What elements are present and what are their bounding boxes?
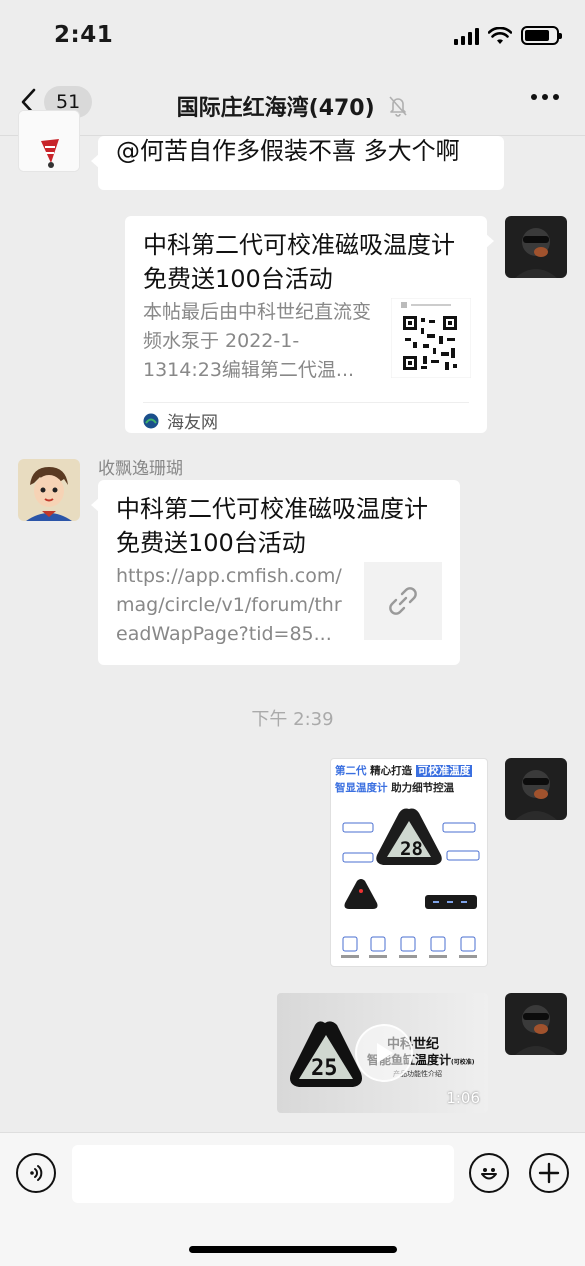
chat-title: 国际庄红海湾(470) bbox=[0, 90, 585, 122]
plus-icon bbox=[538, 1162, 560, 1184]
image-message[interactable]: 第二代 精心打造 可校准温度 智显温度计 助力细节控温 28 bbox=[330, 758, 488, 967]
chat-header: 51 国际庄红海湾(470) bbox=[0, 74, 585, 136]
avatar-image bbox=[505, 216, 567, 278]
time-divider: 下午 2:39 bbox=[251, 709, 334, 730]
link-thumbnail bbox=[364, 562, 442, 640]
voice-input-button[interactable] bbox=[16, 1153, 56, 1193]
qr-code-thumbnail bbox=[391, 298, 471, 378]
avatar[interactable] bbox=[505, 216, 567, 278]
message-text: @何苦自作多假装不喜 多大个啊 bbox=[116, 137, 460, 165]
source-logo-icon bbox=[143, 413, 159, 428]
video-message[interactable]: 25 中科世纪 智能鱼缸温度计(可校准) 产品功能性介绍 1:06 bbox=[277, 993, 488, 1113]
sender-name: 收飘逸珊瑚 bbox=[98, 459, 183, 479]
avatar-image bbox=[505, 993, 567, 1055]
emoji-icon bbox=[481, 1168, 497, 1180]
voice-icon bbox=[30, 1165, 43, 1181]
mute-bell-icon bbox=[389, 96, 407, 117]
avatar-image bbox=[19, 111, 79, 171]
wifi-icon bbox=[488, 26, 512, 44]
video-display-value: 25 bbox=[311, 1056, 338, 1081]
card-source-name: 海友网 bbox=[167, 413, 218, 433]
cellular-signal-icon bbox=[454, 27, 479, 45]
battery-icon bbox=[521, 26, 562, 45]
more-functions-button[interactable] bbox=[529, 1153, 569, 1193]
card-source: 海友网 bbox=[143, 408, 218, 433]
play-button[interactable] bbox=[355, 1024, 413, 1082]
status-time: 2:41 bbox=[54, 22, 114, 48]
home-indicator bbox=[189, 1246, 397, 1253]
video-duration: 1:06 bbox=[446, 1089, 480, 1107]
chat-title-text: 国际庄红海湾(470) bbox=[176, 96, 375, 121]
message-input[interactable] bbox=[72, 1145, 454, 1203]
card-title: 中科第二代可校准磁吸温度计免费送100台活动 bbox=[143, 231, 455, 293]
card-url: https://app.cmfish.com/mag/circle/v1/for… bbox=[116, 565, 342, 645]
avatar[interactable] bbox=[505, 993, 567, 1055]
card-description: 本帖最后由中科世纪直流变频水泵于 2022-1-1314:23编辑第二代温... bbox=[143, 301, 372, 381]
avatar[interactable] bbox=[18, 110, 80, 172]
emoji-button[interactable] bbox=[469, 1153, 509, 1193]
avatar[interactable] bbox=[18, 459, 80, 521]
link-icon bbox=[389, 587, 417, 615]
status-icons bbox=[454, 26, 562, 45]
thermometer-product-image: 28 bbox=[341, 808, 480, 958]
message-bubble[interactable]: @何苦自作多假装不喜 多大个啊 bbox=[91, 136, 504, 190]
card-title: 中科第二代可校准磁吸温度计免费送100台活动 bbox=[116, 495, 428, 557]
avatar[interactable] bbox=[505, 758, 567, 820]
play-icon bbox=[377, 1043, 393, 1063]
product-header: 第二代 精心打造 可校准温度 智显温度计 助力细节控温 bbox=[335, 765, 473, 794]
display-value: 28 bbox=[400, 838, 423, 860]
avatar-image bbox=[505, 758, 567, 820]
more-options-button[interactable] bbox=[531, 94, 559, 100]
link-card-message[interactable]: 中科第二代可校准磁吸温度计免费送100台活动 https://app.cmfis… bbox=[91, 480, 460, 665]
link-card-message[interactable]: 中科第二代可校准磁吸温度计免费送100台活动 本帖最后由中科世纪直流变频水泵于 … bbox=[125, 216, 494, 433]
status-bar: 2:41 bbox=[0, 0, 585, 74]
avatar-image bbox=[18, 459, 80, 521]
